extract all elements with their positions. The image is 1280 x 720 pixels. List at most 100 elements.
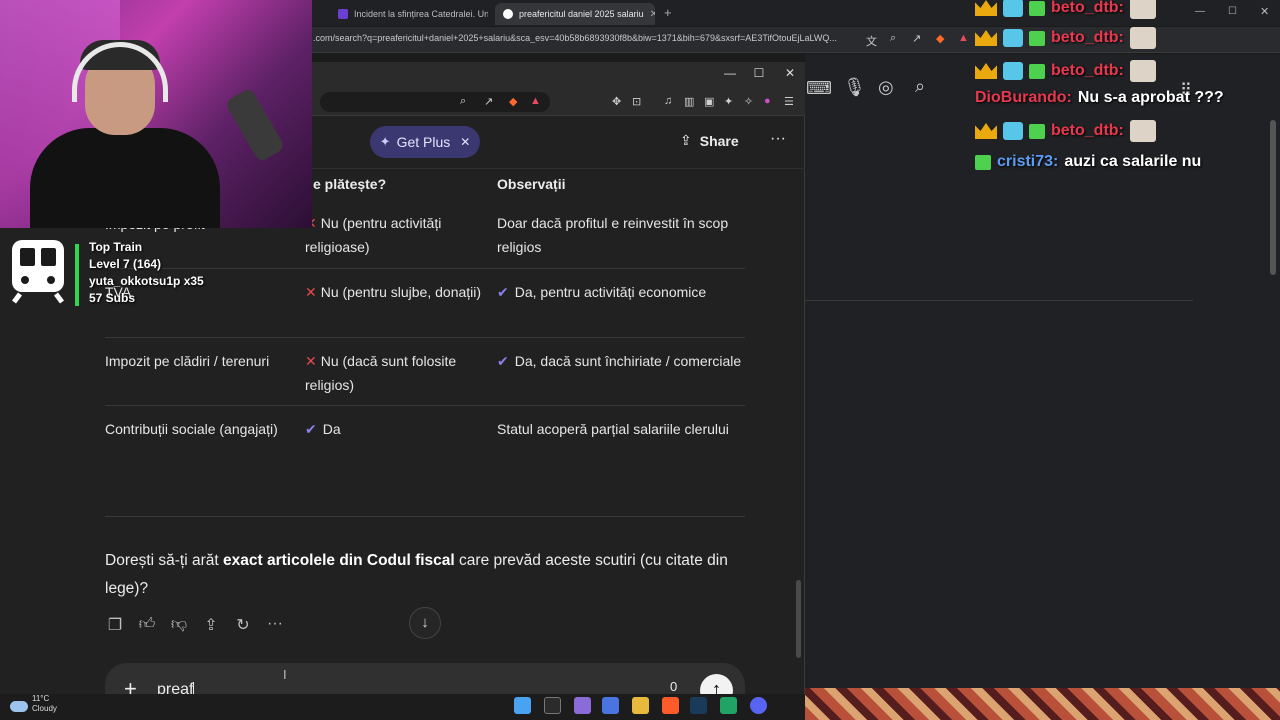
get-plus-label: Get Plus	[396, 134, 451, 150]
copilot-icon[interactable]	[602, 697, 619, 714]
table-row-divider	[105, 405, 745, 406]
stream-banner	[805, 688, 1280, 720]
weather-temp: 11°C	[32, 694, 50, 703]
tab-incident[interactable]: Incident la sfințirea Catedralei. Un bă	[330, 3, 488, 25]
popup-minimize-icon[interactable]: —	[720, 66, 740, 80]
steam-icon[interactable]	[690, 697, 707, 714]
check-icon: ✔	[497, 284, 509, 300]
assistant-message: Dorești să-ți arăt exact articolele din …	[105, 552, 728, 597]
thumbs-down-icon[interactable]: 👎︎	[168, 615, 190, 634]
ibeam-cursor-icon: Ι	[283, 667, 287, 682]
address-bar-url[interactable]: .com/search?q=preafericitul+daniel+2025+…	[313, 33, 858, 43]
table-row-divider	[105, 268, 745, 269]
more-options-icon[interactable]: ···	[770, 130, 786, 148]
crown-badge-icon	[975, 123, 997, 139]
train-level: Level 7 (164)	[89, 257, 162, 271]
popup-maximize-icon[interactable]: ☐	[749, 66, 769, 80]
task-view-icon[interactable]	[544, 697, 561, 714]
table-cell-paid: ✔ Da	[305, 421, 341, 437]
rewards-icon[interactable]: ▲	[958, 32, 969, 44]
brave-browser-icon[interactable]	[662, 697, 679, 714]
chat-username: beto_dtb:	[1051, 122, 1124, 139]
table-row-divider	[105, 337, 745, 338]
chat-text: Nu s-a aprobat ???	[1077, 89, 1224, 106]
search-icon[interactable]: ⌕	[915, 76, 925, 97]
close-window-icon[interactable]: ✕	[1260, 5, 1269, 18]
train-title: Top Train	[89, 240, 143, 254]
gift-badge-icon	[1029, 0, 1045, 16]
table-cell-paid: ✕ Nu (pentru slujbe, donații)	[305, 284, 482, 300]
regenerate-icon[interactable]: ↻	[232, 615, 254, 635]
extension-icon[interactable]: ✧	[744, 95, 753, 108]
gift-badge-icon	[1029, 123, 1045, 139]
robot-badge-icon	[1003, 29, 1023, 47]
check-icon: ✔	[305, 421, 317, 437]
chat-message: beto_dtb:	[975, 0, 1156, 19]
gift-badge-icon	[1029, 30, 1045, 46]
cat-emote-icon	[1129, 0, 1156, 19]
divider	[805, 300, 1193, 301]
weather-condition: Cloudy	[32, 704, 57, 713]
scroll-down-button[interactable]: ↓	[409, 607, 441, 639]
crown-badge-icon	[975, 30, 997, 46]
zoom-icon[interactable]: ⌕	[460, 95, 466, 108]
robot-badge-icon	[1003, 122, 1023, 140]
menu-icon[interactable]: ☰	[784, 95, 794, 108]
wallet-icon[interactable]: ▣	[704, 95, 714, 108]
discord-icon[interactable]	[750, 697, 767, 714]
column-header-notes: Observații	[497, 176, 566, 192]
train-progress-bar	[75, 244, 79, 306]
weather-widget[interactable]: 11°C Cloudy	[10, 694, 57, 714]
file-explorer-icon[interactable]	[632, 697, 649, 714]
vpn-icon[interactable]: ●	[764, 95, 771, 107]
leo-icon[interactable]: ✦	[724, 95, 733, 108]
crown-badge-icon	[975, 0, 997, 16]
chat-text: auzi ca salarile nu	[1064, 153, 1202, 170]
voice-search-icon[interactable]: 🎙	[843, 77, 866, 98]
chat-message: beto_dtb:	[975, 60, 1156, 82]
minimize-icon[interactable]: —	[1195, 6, 1205, 17]
share-page-icon[interactable]: ↗	[484, 95, 493, 108]
dismiss-icon[interactable]: ✕	[460, 135, 470, 149]
chat-message: beto_dtb:	[975, 27, 1156, 49]
lens-icon[interactable]: ◎	[878, 77, 894, 98]
translate-icon[interactable]: 文	[866, 33, 877, 49]
cloud-icon	[10, 700, 28, 712]
chat-username: beto_dtb:	[1051, 0, 1124, 16]
chat-message: DioBurando: Nu s-a aprobat ???	[975, 89, 1224, 107]
copy-icon[interactable]: ❐	[104, 615, 126, 635]
close-tab-icon[interactable]: ✕	[650, 9, 655, 20]
sparkle-icon: ✦	[379, 134, 391, 149]
zoom-icon[interactable]: ⌕	[890, 32, 896, 45]
widgets-icon[interactable]	[574, 697, 591, 714]
new-tab-icon[interactable]: +	[664, 5, 672, 20]
maximize-icon[interactable]: ☐	[1228, 6, 1237, 17]
background-search-page	[805, 54, 1280, 694]
share-icon[interactable]: ⇪	[200, 615, 222, 635]
rewards-icon[interactable]: ▲	[530, 95, 541, 107]
share-label: Share	[699, 132, 739, 149]
media-icon[interactable]: ♫	[664, 95, 672, 107]
get-plus-button[interactable]: ✦ Get Plus ✕	[370, 126, 480, 158]
windows-start-icon[interactable]	[514, 697, 531, 714]
excel-icon[interactable]	[720, 697, 737, 714]
thumbs-up-icon[interactable]: 👍︎	[136, 615, 158, 634]
share-button[interactable]: ⇪ Share	[680, 132, 739, 149]
chat-username: DioBurando:	[975, 89, 1072, 106]
chat-scrollbar[interactable]	[796, 580, 801, 658]
screenshot-icon[interactable]: ⊡	[632, 95, 641, 108]
tab-search[interactable]: preafericitul daniel 2025 salariu ✕	[495, 3, 655, 25]
brave-shield-icon[interactable]: ◆	[509, 95, 517, 108]
sidebar-icon[interactable]: ▥	[684, 95, 694, 108]
chat-message: beto_dtb:	[975, 120, 1156, 142]
tab-label: Incident la sfințirea Catedralei. Un bă	[354, 9, 488, 19]
keyboard-icon[interactable]: ⌨	[806, 78, 832, 99]
brave-shield-icon[interactable]: ◆	[936, 32, 944, 45]
page-scrollbar[interactable]	[1270, 120, 1276, 275]
chat-username: cristi73:	[997, 153, 1059, 170]
popup-close-icon[interactable]: ✕	[780, 66, 800, 80]
extension-icon[interactable]: ✥	[612, 95, 621, 108]
share-page-icon[interactable]: ↗	[912, 32, 921, 45]
more-icon[interactable]: ···	[264, 615, 286, 633]
table-cell-note: ✔ Da, pentru activități economice	[497, 284, 707, 300]
